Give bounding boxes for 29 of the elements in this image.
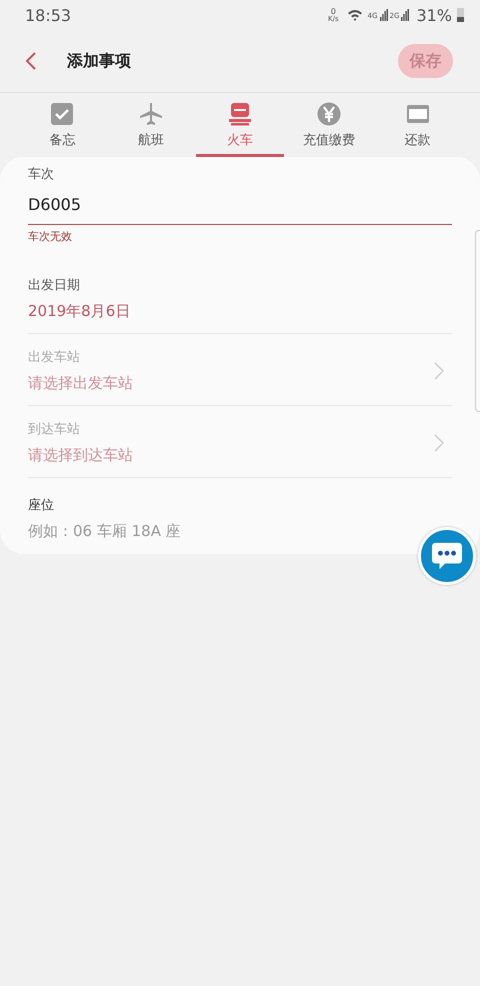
category-tab[interactable]: 还款 bbox=[373, 93, 462, 157]
signal-icon bbox=[380, 9, 388, 21]
wifi-icon bbox=[346, 9, 363, 21]
airplane-icon bbox=[139, 102, 164, 126]
chat-bubble-icon bbox=[430, 541, 464, 571]
train-icon bbox=[228, 102, 252, 126]
category-tab[interactable]: 充值缴费 bbox=[284, 93, 374, 157]
back-icon[interactable] bbox=[25, 51, 37, 71]
field-label: 座位 bbox=[28, 497, 55, 514]
battery-icon bbox=[457, 8, 464, 22]
category-tab[interactable]: 备忘 bbox=[18, 93, 107, 157]
battery-percent: 31% bbox=[416, 6, 452, 24]
seat-input-field[interactable]: 例如：06 车厢 18A 座 bbox=[28, 516, 218, 546]
error-message: 车次无效 bbox=[28, 229, 73, 244]
chat-button[interactable] bbox=[418, 527, 476, 585]
field-label: 出发日期 bbox=[28, 277, 81, 294]
status-time: 18:53 bbox=[25, 6, 72, 24]
page-title: 添加事项 bbox=[67, 50, 132, 72]
yen-coin-icon bbox=[316, 102, 341, 126]
field-label: 车次 bbox=[28, 166, 55, 183]
chevron-right-icon bbox=[434, 434, 444, 452]
signal-icon bbox=[401, 9, 410, 21]
checkbox-icon bbox=[50, 102, 74, 126]
net-speed-value: 0 bbox=[330, 8, 336, 16]
train-number-field[interactable]: D6005 bbox=[28, 183, 452, 225]
date-value[interactable]: 2019年8月6日 bbox=[28, 302, 452, 321]
category-tab[interactable]: 航班 bbox=[106, 93, 196, 157]
chevron-right-icon bbox=[434, 362, 444, 380]
card-icon bbox=[406, 102, 430, 126]
